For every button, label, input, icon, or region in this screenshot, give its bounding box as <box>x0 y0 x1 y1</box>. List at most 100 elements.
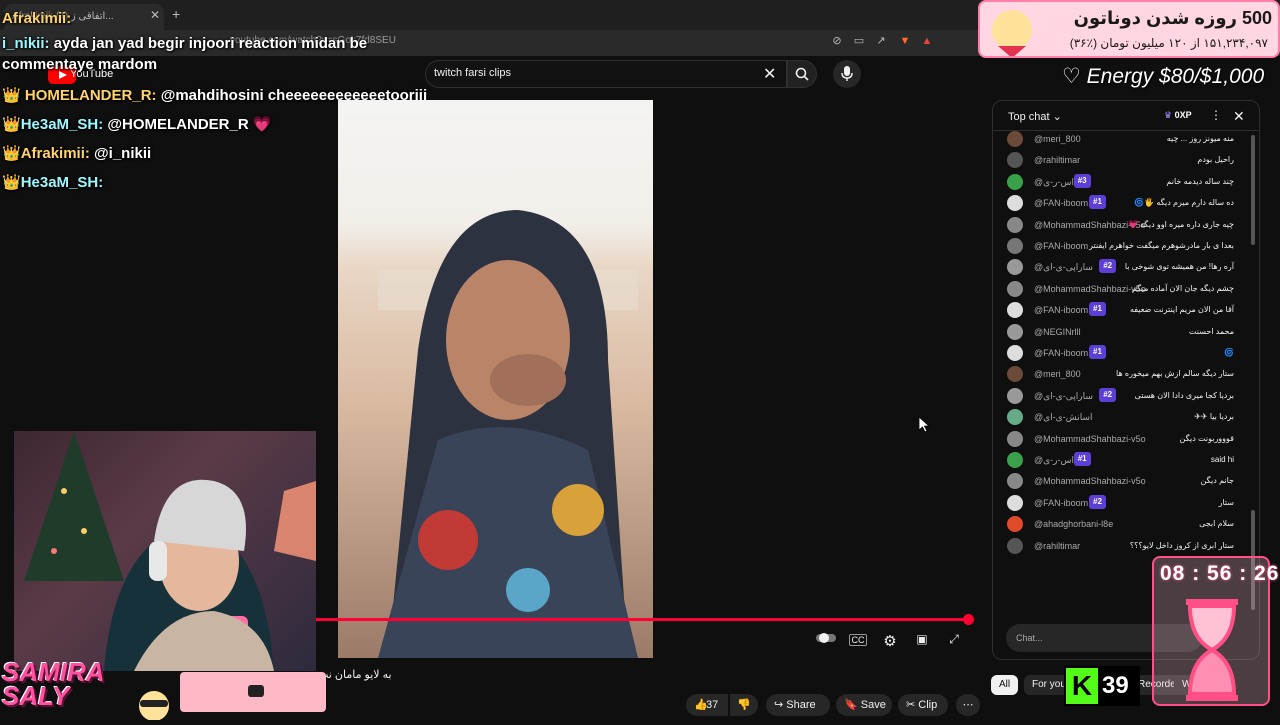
chat-message-text: محمد احسنت <box>1188 326 1234 336</box>
chat-message-text: چیه جاری داره میره اوو دیگه 💗 <box>1127 219 1234 229</box>
chat-xp-badge[interactable]: ♛ 0XP <box>1164 110 1192 121</box>
chat-author-name[interactable]: @MohammadShahbazi-v5o <box>1034 475 1146 487</box>
chat-message-text: چشم دیگه جان الان آماده میگم <box>1131 283 1234 293</box>
chat-rank-badge: #2 <box>1099 387 1117 402</box>
chat-scrollbar[interactable] <box>1251 135 1255 245</box>
chat-message-text: بردیا کجا میری دادا الان هستی <box>1134 390 1234 400</box>
chat-rank-badge: #1 <box>1089 195 1106 210</box>
chat-author-avatar[interactable] <box>1007 173 1023 190</box>
channel-avatar[interactable] <box>126 686 182 721</box>
chat-mode-dropdown[interactable]: Top chat ⌄ <box>1008 110 1062 123</box>
chat-message-text: ستار ابری از کروز داخل لایو؟؟؟ <box>1129 540 1234 550</box>
chat-author-name[interactable]: @MohammadShahbazi-v5o <box>1034 283 1146 295</box>
chevron-down-icon: ⌄ <box>1052 111 1062 123</box>
clip-button[interactable]: ✂ Clip <box>898 694 948 716</box>
chat-author-name[interactable]: @اس-ر-ی <box>1034 176 1074 188</box>
kick-viewer-count: 39 <box>1102 672 1129 699</box>
chat-author-name[interactable]: @rahiltimar <box>1034 540 1080 552</box>
chat-author-name[interactable]: @ahadghorbani-l8e <box>1034 518 1113 530</box>
chat-author-name[interactable]: @ساراپی-ی-ای <box>1034 390 1093 402</box>
chat-message-text: آره رها! من همیشه توی شوخی با <box>1124 262 1234 272</box>
chat-author-name[interactable]: @اسانش-ی-ای <box>1034 411 1093 423</box>
chat-author-name[interactable]: @meri_800 <box>1034 368 1081 380</box>
chat-author-avatar[interactable] <box>1007 387 1023 404</box>
share-icon: ↪ <box>774 699 787 711</box>
close-chat-icon[interactable]: ✕ <box>1233 108 1245 125</box>
captions-icon[interactable]: CC <box>849 634 867 646</box>
more-actions-icon[interactable]: ⋯ <box>956 694 980 716</box>
fullscreen-icon[interactable]: ⤢ <box>945 632 963 648</box>
chat-message-text: ستار دیگه سالم ازش بهم میخوره ها <box>1116 369 1234 379</box>
chat-author-avatar[interactable] <box>1007 537 1023 554</box>
chat-message-text: بردیا بیا ✈✈ <box>1194 412 1234 422</box>
cast-icon[interactable]: ▭ <box>852 34 866 48</box>
video-person-image <box>378 210 638 658</box>
microphone-icon <box>841 66 853 81</box>
scissors-icon: ✂ <box>906 699 919 711</box>
chat-rank-badge: #1 <box>1089 345 1106 359</box>
chat-rank-badge: #1 <box>1089 302 1106 317</box>
chat-author-name[interactable]: @ساراپی-ی-ای <box>1034 261 1093 273</box>
chat-author-name[interactable]: @FAN-iboom <box>1034 347 1088 359</box>
chat-author-avatar[interactable] <box>1007 494 1023 511</box>
bookmark-icon: 🔖 <box>844 699 861 711</box>
search-button[interactable] <box>787 60 817 88</box>
chat-author-avatar[interactable] <box>1007 216 1023 233</box>
save-button[interactable]: 🔖 Save <box>836 694 892 716</box>
hourglass-icon <box>1186 599 1238 701</box>
chat-message-text: 🌀 <box>1224 348 1234 357</box>
search-query: twitch farsi clips <box>434 67 512 79</box>
video-player[interactable] <box>338 100 653 658</box>
chat-author-name[interactable]: @meri_800 <box>1034 133 1081 145</box>
chat-author-name[interactable]: @FAN-iboom <box>1034 197 1088 209</box>
chat-message-text: قوووربونت دیگن <box>1179 433 1234 443</box>
chat-author-avatar[interactable] <box>1007 323 1023 340</box>
settings-gear-icon[interactable]: ⚙ <box>881 632 899 650</box>
chat-author-avatar[interactable] <box>1007 430 1023 447</box>
clear-search-icon[interactable]: ✕ <box>763 64 776 84</box>
kick-logo-icon: K <box>1066 668 1098 704</box>
chat-author-avatar[interactable] <box>1007 452 1023 468</box>
donation-goal-banner: 500 روزه شدن دوناتون ۱۵۱,۲۳۴,۰۹۷ از ۱۲۰ … <box>978 0 1280 58</box>
video-title: به لایو مامان نت <box>318 669 392 681</box>
chat-author-avatar[interactable] <box>1007 280 1023 297</box>
chat-more-icon[interactable]: ⋮ <box>1210 108 1222 122</box>
chat-author-name[interactable]: @rahiltimar <box>1034 154 1080 166</box>
overlay-chat-line: Afrakimii: <box>2 10 72 27</box>
chat-author-name[interactable]: @FAN-iboom <box>1034 240 1088 252</box>
rewards-icon[interactable]: ▲ <box>920 34 934 48</box>
video-scrubber-handle[interactable] <box>963 614 974 625</box>
share-button[interactable]: ↪ Share <box>766 694 830 716</box>
webcam-image <box>24 431 316 671</box>
like-count: 37 <box>706 699 719 711</box>
chat-message-text: منه میونز روز ... چیه <box>1166 134 1234 143</box>
streamer-brand-logo: SAMIRA SALY <box>2 657 105 711</box>
donation-mascot-icon <box>992 10 1032 56</box>
chip-all[interactable]: All <box>991 675 1019 695</box>
chat-message-text: راحیل بودم <box>1197 155 1234 165</box>
chat-author-name[interactable]: @NEGINrlll <box>1034 326 1081 338</box>
overlay-chat-line: i_nikii: ayda jan yad begir injoori reac… <box>2 35 368 73</box>
search-icon <box>795 67 809 81</box>
youtube-mini-icon <box>248 685 264 697</box>
chat-author-name[interactable]: @FAN-iboom <box>1034 497 1088 509</box>
chat-author-name[interactable]: @MohammadShahbazi-v5o <box>1034 433 1146 445</box>
chat-message-text: جانم دیگن <box>1200 476 1234 486</box>
dislike-button[interactable]: 👎 <box>730 694 758 716</box>
mute-tab-icon[interactable]: ⊘ <box>830 34 844 48</box>
chat-author-name[interactable]: @FAN-iboom <box>1034 304 1088 316</box>
chat-rank-badge: #3 <box>1073 173 1091 188</box>
streamer-webcam <box>14 431 316 671</box>
chat-author-avatar[interactable] <box>1007 238 1023 254</box>
chat-author-name[interactable]: @اس-ر-ی <box>1034 454 1074 466</box>
chat-message-text: آقا من الان مریم اینترنت ضعیفه <box>1129 305 1234 315</box>
crown-icon: ♛ <box>1164 110 1173 120</box>
brave-shield-icon[interactable]: ▼ <box>898 34 912 48</box>
chat-message-text: بعدا ی بار مادرشوهرم میگفت خواهرم ایفنتر <box>1089 241 1234 250</box>
chat-author-avatar[interactable] <box>1007 131 1023 147</box>
miniplayer-icon[interactable]: ▣ <box>913 632 931 648</box>
autoplay-toggle-icon[interactable] <box>816 632 836 648</box>
voice-search-button[interactable] <box>833 60 861 88</box>
share-page-icon[interactable]: ↗ <box>874 34 888 48</box>
chat-author-avatar[interactable] <box>1007 345 1023 361</box>
